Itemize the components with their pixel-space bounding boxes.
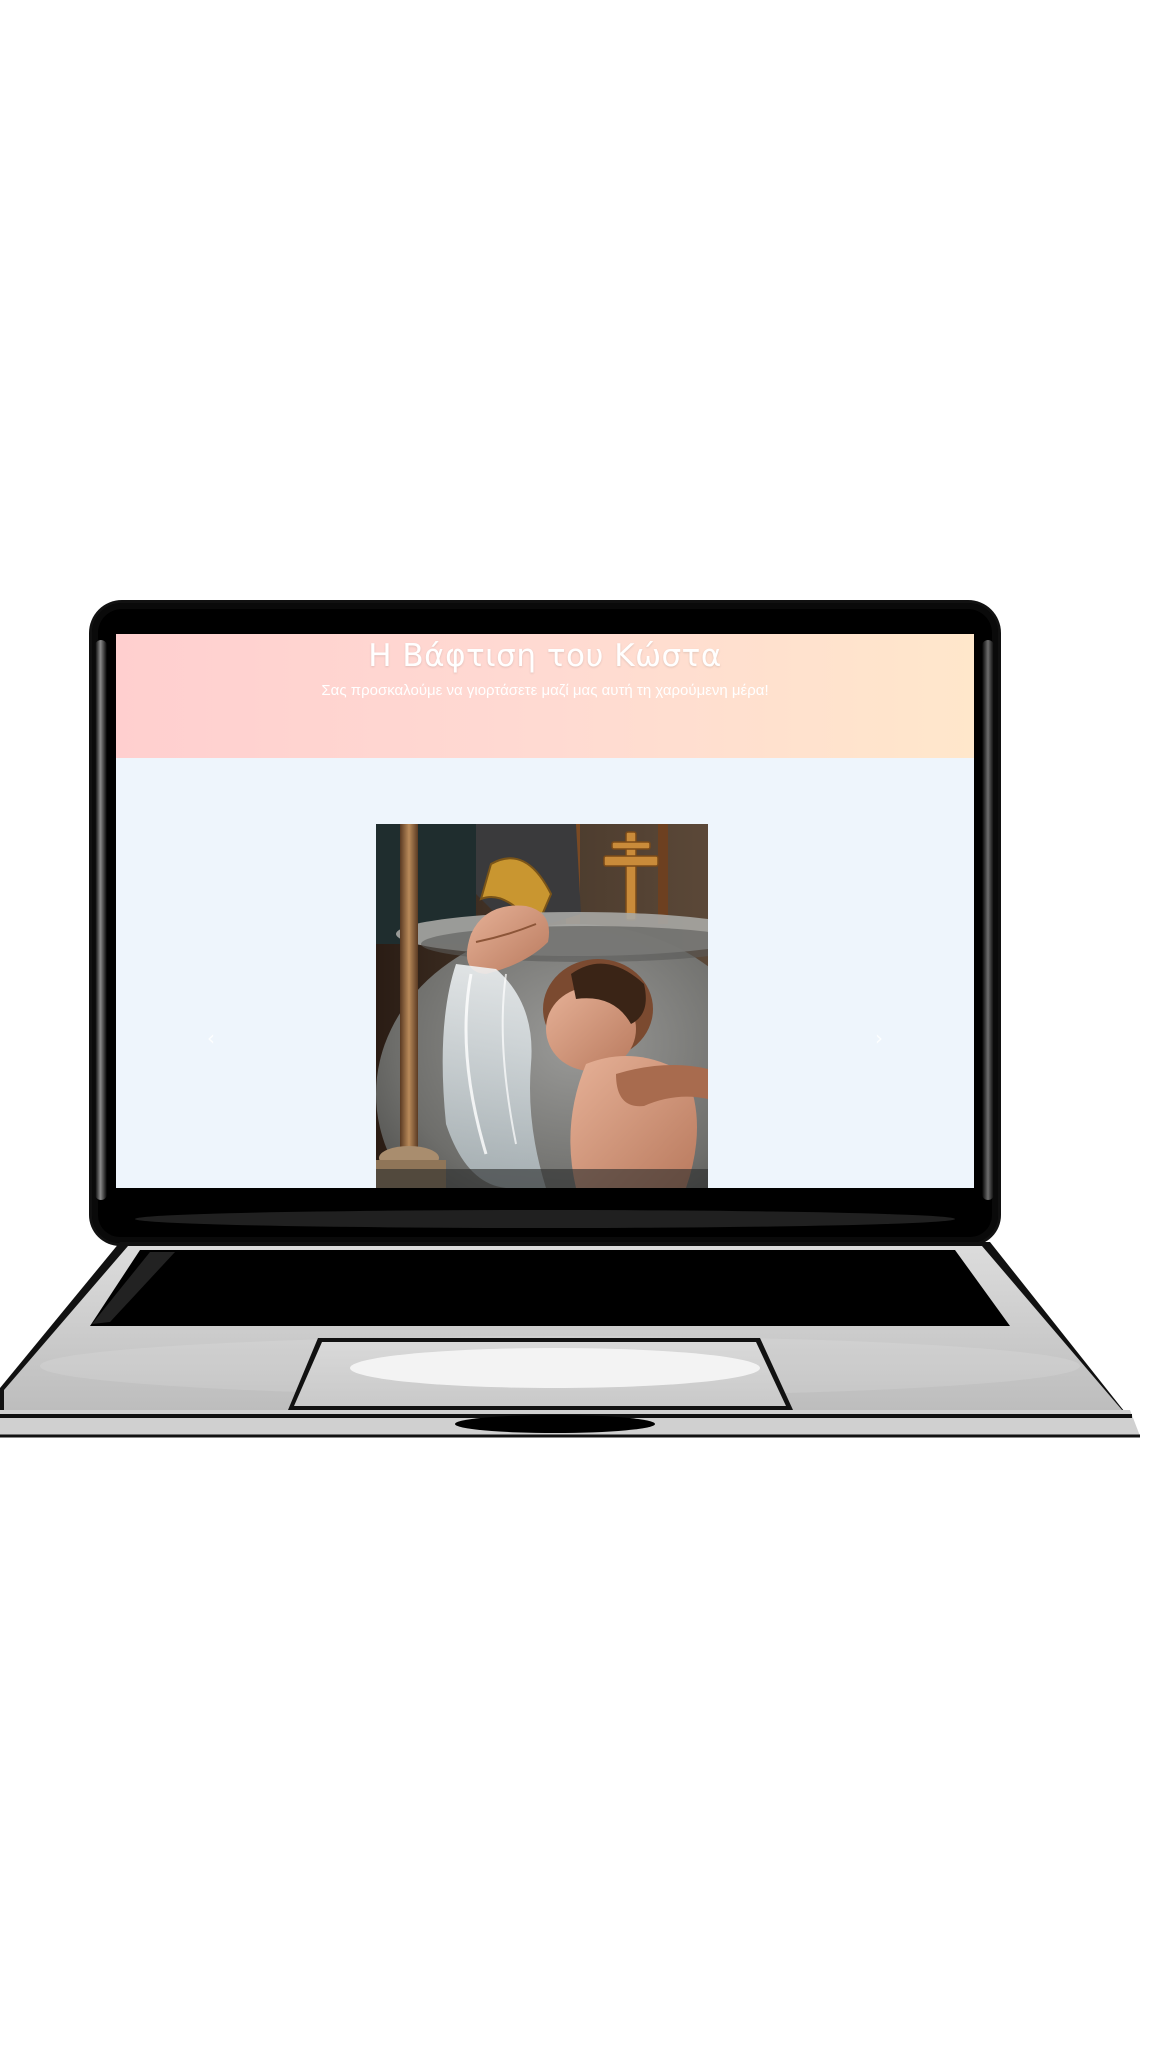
invitation-subtitle: Σας προσκαλούμε να γιορτάσετε μαζί μας α… xyxy=(321,682,769,699)
laptop-base xyxy=(0,1238,1163,1448)
lid-bottom-reflection xyxy=(135,1210,955,1228)
invitation-title: Η Βάφτιση του Κώστα xyxy=(368,638,722,674)
chevron-right-icon[interactable]: › xyxy=(867,1026,891,1050)
lid-edge-highlight-left xyxy=(95,640,107,1200)
lid-edge-highlight-right xyxy=(982,640,994,1200)
page-canvas: Η Βάφτιση του Κώστα Σας προσκαλούμε να γ… xyxy=(0,0,1163,2048)
baptism-photo-illustration xyxy=(376,824,708,1188)
laptop-screen: Η Βάφτιση του Κώστα Σας προσκαλούμε να γ… xyxy=(116,634,974,1188)
baptism-photo xyxy=(376,824,708,1188)
invitation-header: Η Βάφτιση του Κώστα Σας προσκαλούμε να γ… xyxy=(116,634,974,758)
chevron-left-icon[interactable]: ‹ xyxy=(199,1026,223,1050)
laptop-base-illustration xyxy=(0,1242,1140,1438)
